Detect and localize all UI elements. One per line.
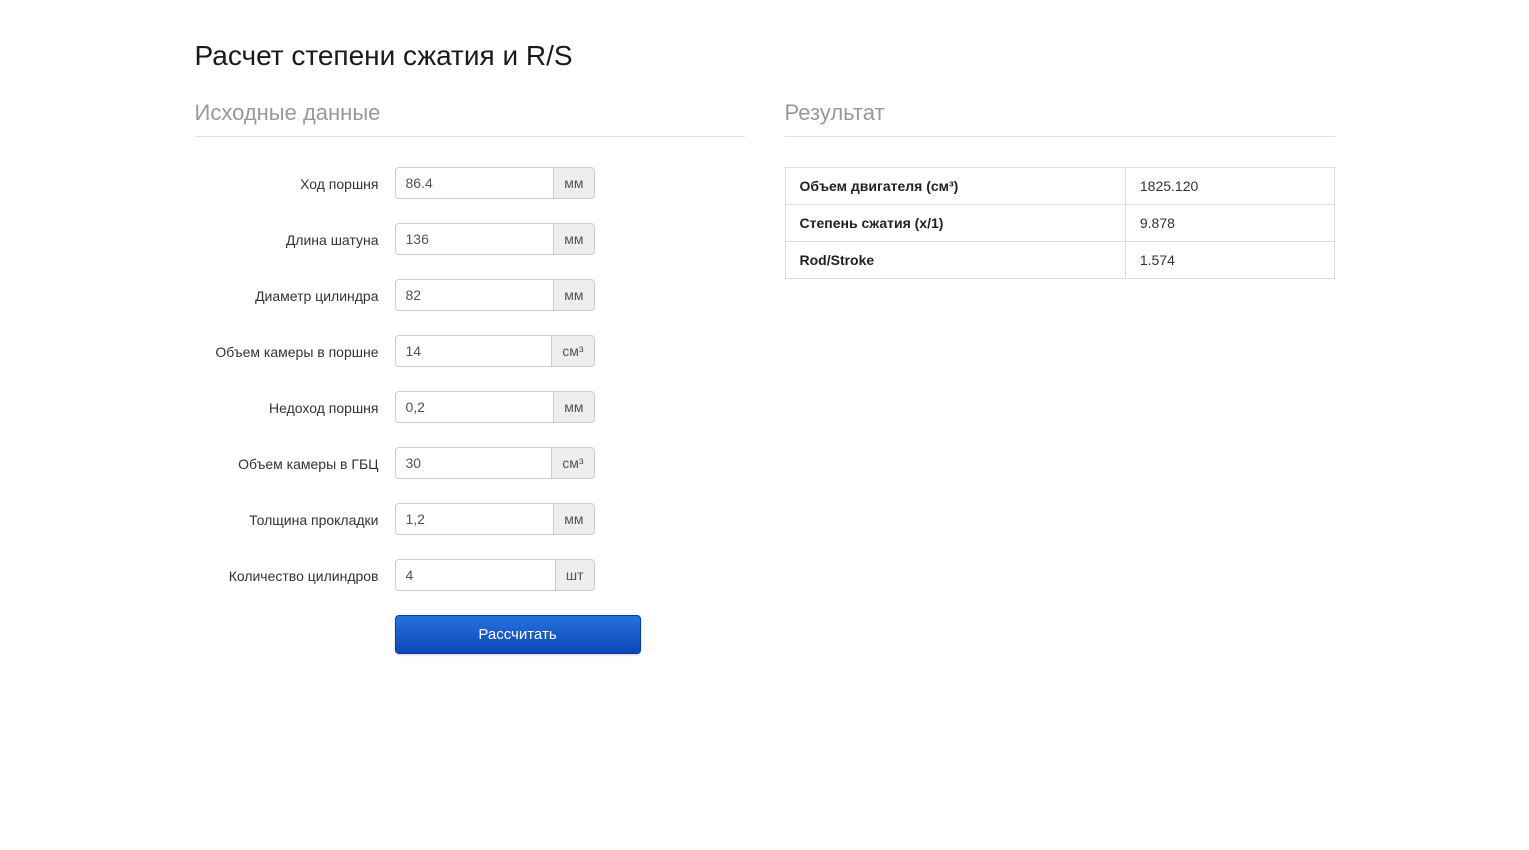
page-title: Расчет степени сжатия и R/S <box>195 40 1335 72</box>
piston-chamber-unit: см³ <box>552 335 594 367</box>
table-row: Объем двигателя (см³) 1825.120 <box>785 168 1334 205</box>
displacement-value: 1825.120 <box>1125 168 1334 205</box>
deck-clearance-unit: мм <box>554 391 594 423</box>
head-chamber-unit: см³ <box>552 447 594 479</box>
stroke-unit: мм <box>554 167 594 199</box>
head-chamber-input[interactable] <box>395 447 553 479</box>
gasket-thickness-label: Толщина прокладки <box>195 503 395 531</box>
cylinders-input[interactable] <box>395 559 556 591</box>
compression-value: 9.878 <box>1125 205 1334 242</box>
deck-clearance-input[interactable] <box>395 391 555 423</box>
input-section-header: Исходные данные <box>195 100 745 137</box>
rod-length-unit: мм <box>554 223 594 255</box>
bore-label: Диаметр цилиндра <box>195 279 395 307</box>
cylinders-unit: шт <box>556 559 595 591</box>
gasket-thickness-unit: мм <box>554 503 594 535</box>
result-table: Объем двигателя (см³) 1825.120 Степень с… <box>785 167 1335 279</box>
cylinders-label: Количество цилиндров <box>195 559 395 587</box>
result-column: Результат Объем двигателя (см³) 1825.120… <box>785 100 1335 654</box>
calculate-button[interactable]: Рассчитать <box>395 615 641 654</box>
bore-unit: мм <box>554 279 594 311</box>
stroke-input[interactable] <box>395 167 555 199</box>
table-row: Степень сжатия (x/1) 9.878 <box>785 205 1334 242</box>
rod-length-label: Длина шатуна <box>195 223 395 251</box>
bore-input[interactable] <box>395 279 555 311</box>
displacement-label: Объем двигателя (см³) <box>785 168 1125 205</box>
input-column: Исходные данные Ход поршня мм Длина шату… <box>195 100 745 654</box>
rod-stroke-value: 1.574 <box>1125 242 1334 279</box>
rod-stroke-label: Rod/Stroke <box>785 242 1125 279</box>
table-row: Rod/Stroke 1.574 <box>785 242 1334 279</box>
deck-clearance-label: Недоход поршня <box>195 391 395 419</box>
stroke-label: Ход поршня <box>195 167 395 195</box>
gasket-thickness-input[interactable] <box>395 503 555 535</box>
head-chamber-label: Объем камеры в ГБЦ <box>195 447 395 475</box>
piston-chamber-label: Объем камеры в поршне <box>195 335 395 363</box>
result-section-header: Результат <box>785 100 1335 137</box>
piston-chamber-input[interactable] <box>395 335 553 367</box>
rod-length-input[interactable] <box>395 223 555 255</box>
compression-label: Степень сжатия (x/1) <box>785 205 1125 242</box>
